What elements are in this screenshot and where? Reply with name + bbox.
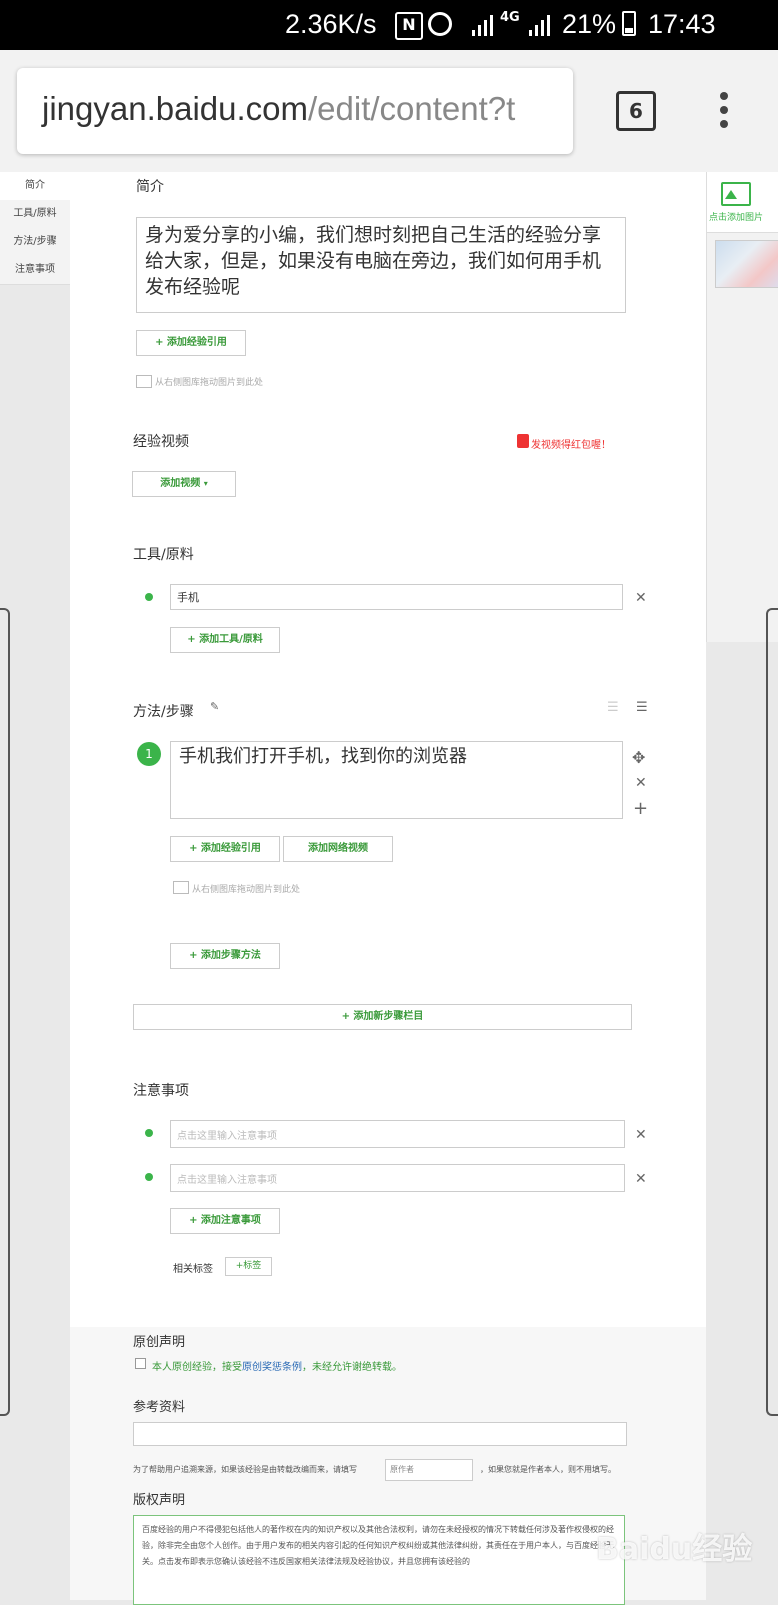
overflow-menu-icon[interactable]: [720, 92, 730, 132]
intro-drag-hint: 从右侧图库拖动图片到此处: [155, 378, 264, 388]
step-number-badge: 1: [137, 742, 161, 766]
intro-textarea[interactable]: 身为爱分享的小编，我们想时刻把自己生活的经验分享给大家，但是，如果没有电脑在旁边…: [136, 217, 626, 313]
bullet-dot: [145, 1173, 153, 1181]
note-placeholder: 点击这里输入注意事项: [177, 1131, 277, 1142]
edit-pencil-icon[interactable]: ✎: [210, 700, 219, 713]
add-tag-button[interactable]: +标签: [225, 1257, 272, 1276]
editor-main: 简介 身为爱分享的小编，我们想时刻把自己生活的经验分享给大家，但是，如果没有电脑…: [70, 172, 706, 1327]
notes-title: 注意事项: [133, 1083, 189, 1099]
network-type: 4G: [500, 10, 520, 25]
intro-title: 简介: [136, 179, 164, 195]
reference-help-2: ，如果您就是作者本人，则不用填写。: [480, 1465, 616, 1474]
step-add-reference-button[interactable]: + 添加经验引用: [170, 836, 280, 862]
nav-item-tools[interactable]: 工具/原料: [0, 200, 70, 229]
add-step-section-button[interactable]: + 添加新步骤栏目: [133, 1004, 632, 1030]
image-icon: [173, 881, 189, 894]
url-text: jingyan.baidu.com/edit/content?t: [42, 90, 515, 128]
red-packet-icon: [517, 434, 529, 448]
step-textarea[interactable]: 手机我们打开手机，找到你的浏览器: [170, 741, 623, 819]
right-scroll-indicator: [766, 608, 778, 1416]
bullet-dot: [145, 1129, 153, 1137]
unordered-list-icon[interactable]: ☰: [636, 700, 648, 715]
upload-image-label: 点击添加图片: [709, 213, 764, 223]
original-title: 原创声明: [133, 1335, 186, 1350]
note-placeholder: 点击这里输入注意事项: [177, 1175, 277, 1186]
author-placeholder: 原作者: [390, 1465, 414, 1474]
bullet-dot: [145, 593, 153, 601]
nav-item-steps[interactable]: 方法/步骤: [0, 228, 70, 257]
signal-icon: [472, 15, 493, 36]
remove-step-icon[interactable]: ✕: [635, 775, 647, 791]
video-title: 经验视频: [133, 434, 189, 450]
ordered-list-icon[interactable]: ☰: [607, 700, 619, 715]
clock: 17:43: [648, 9, 716, 39]
address-bar[interactable]: jingyan.baidu.com/edit/content?t: [17, 68, 573, 154]
image-icon: [136, 375, 152, 388]
reference-title: 参考资料: [133, 1400, 186, 1415]
left-scroll-indicator: [0, 608, 10, 1416]
mountain-shape: [725, 190, 737, 199]
copyright-text: 百度经验的用户不得侵犯包括他人的著作权在内的知识产权以及其他合法权利，请勿在未经…: [133, 1515, 625, 1605]
signal-icon: [529, 15, 550, 36]
battery-percent: 21%: [562, 9, 617, 39]
nav-item-notes[interactable]: 注意事项: [0, 256, 70, 285]
move-handle-icon[interactable]: ✥: [632, 748, 645, 767]
note-input[interactable]: 点击这里输入注意事项: [170, 1164, 625, 1192]
add-note-button[interactable]: + 添加注意事项: [170, 1208, 280, 1234]
remove-note-icon[interactable]: ✕: [635, 1127, 647, 1143]
add-method-button[interactable]: + 添加步骤方法: [170, 943, 280, 969]
status-bar: 2.36K/s N 4G 21% 17:43: [0, 0, 778, 50]
network-speed: 2.36K/s: [285, 9, 377, 39]
tools-title: 工具/原料: [133, 547, 194, 563]
reference-help-1: 为了帮助用户追溯来源，如果该经验是由转载改编而来，请填写: [133, 1465, 357, 1474]
remove-tool-icon[interactable]: ✕: [635, 590, 647, 606]
add-web-video-button[interactable]: 添加网络视频: [283, 836, 393, 862]
tags-label: 相关标签: [173, 1264, 213, 1275]
original-text-2: ，未经允许谢绝转载。: [302, 1362, 402, 1373]
intro-add-reference-button[interactable]: + 添加经验引用: [136, 330, 246, 356]
nfc-icon: N: [395, 12, 423, 40]
image-library-panel: 点击添加图片: [706, 172, 778, 642]
original-checkbox[interactable]: [135, 1358, 146, 1369]
add-tool-button[interactable]: + 添加工具/原料: [170, 627, 280, 653]
note-input[interactable]: 点击这里输入注意事项: [170, 1120, 625, 1148]
alarm-icon: [428, 12, 452, 36]
video-promo: 发视频得红包喔！: [531, 440, 611, 451]
add-video-button[interactable]: 添加视频 ▾: [132, 471, 236, 497]
url-path: /edit/content?t: [308, 90, 516, 127]
section-nav: 简介 工具/原料 方法/步骤 注意事项: [0, 172, 70, 1600]
original-text-1: 本人原创经验，接受: [152, 1362, 242, 1373]
battery-icon: [622, 11, 636, 36]
remove-note-icon[interactable]: ✕: [635, 1171, 647, 1187]
add-step-icon[interactable]: +: [633, 798, 648, 819]
baidu-jingyan-watermark: Baidu经验: [596, 1532, 753, 1567]
tool-input[interactable]: 手机: [170, 584, 623, 610]
copyright-title: 版权声明: [133, 1493, 186, 1508]
tab-switcher-button[interactable]: 6: [616, 91, 656, 131]
library-thumbnail[interactable]: [715, 240, 778, 288]
add-video-label: 添加视频: [160, 478, 201, 489]
step-drag-hint: 从右侧图库拖动图片到此处: [192, 885, 301, 895]
original-statement: 本人原创经验，接受原创奖惩条例，未经允许谢绝转载。: [152, 1358, 402, 1373]
reference-input[interactable]: [133, 1422, 627, 1446]
original-author-input[interactable]: 原作者: [385, 1459, 473, 1481]
nav-item-intro[interactable]: 简介: [0, 172, 70, 201]
browser-toolbar: jingyan.baidu.com/edit/content?t 6: [0, 50, 778, 173]
chevron-down-icon: ▾: [203, 479, 208, 488]
steps-title: 方法/步骤: [133, 704, 194, 720]
upload-image-tile[interactable]: 点击添加图片: [707, 172, 778, 233]
url-host: jingyan.baidu.com: [42, 90, 308, 127]
reward-rules-link[interactable]: 原创奖惩条例: [242, 1362, 302, 1373]
